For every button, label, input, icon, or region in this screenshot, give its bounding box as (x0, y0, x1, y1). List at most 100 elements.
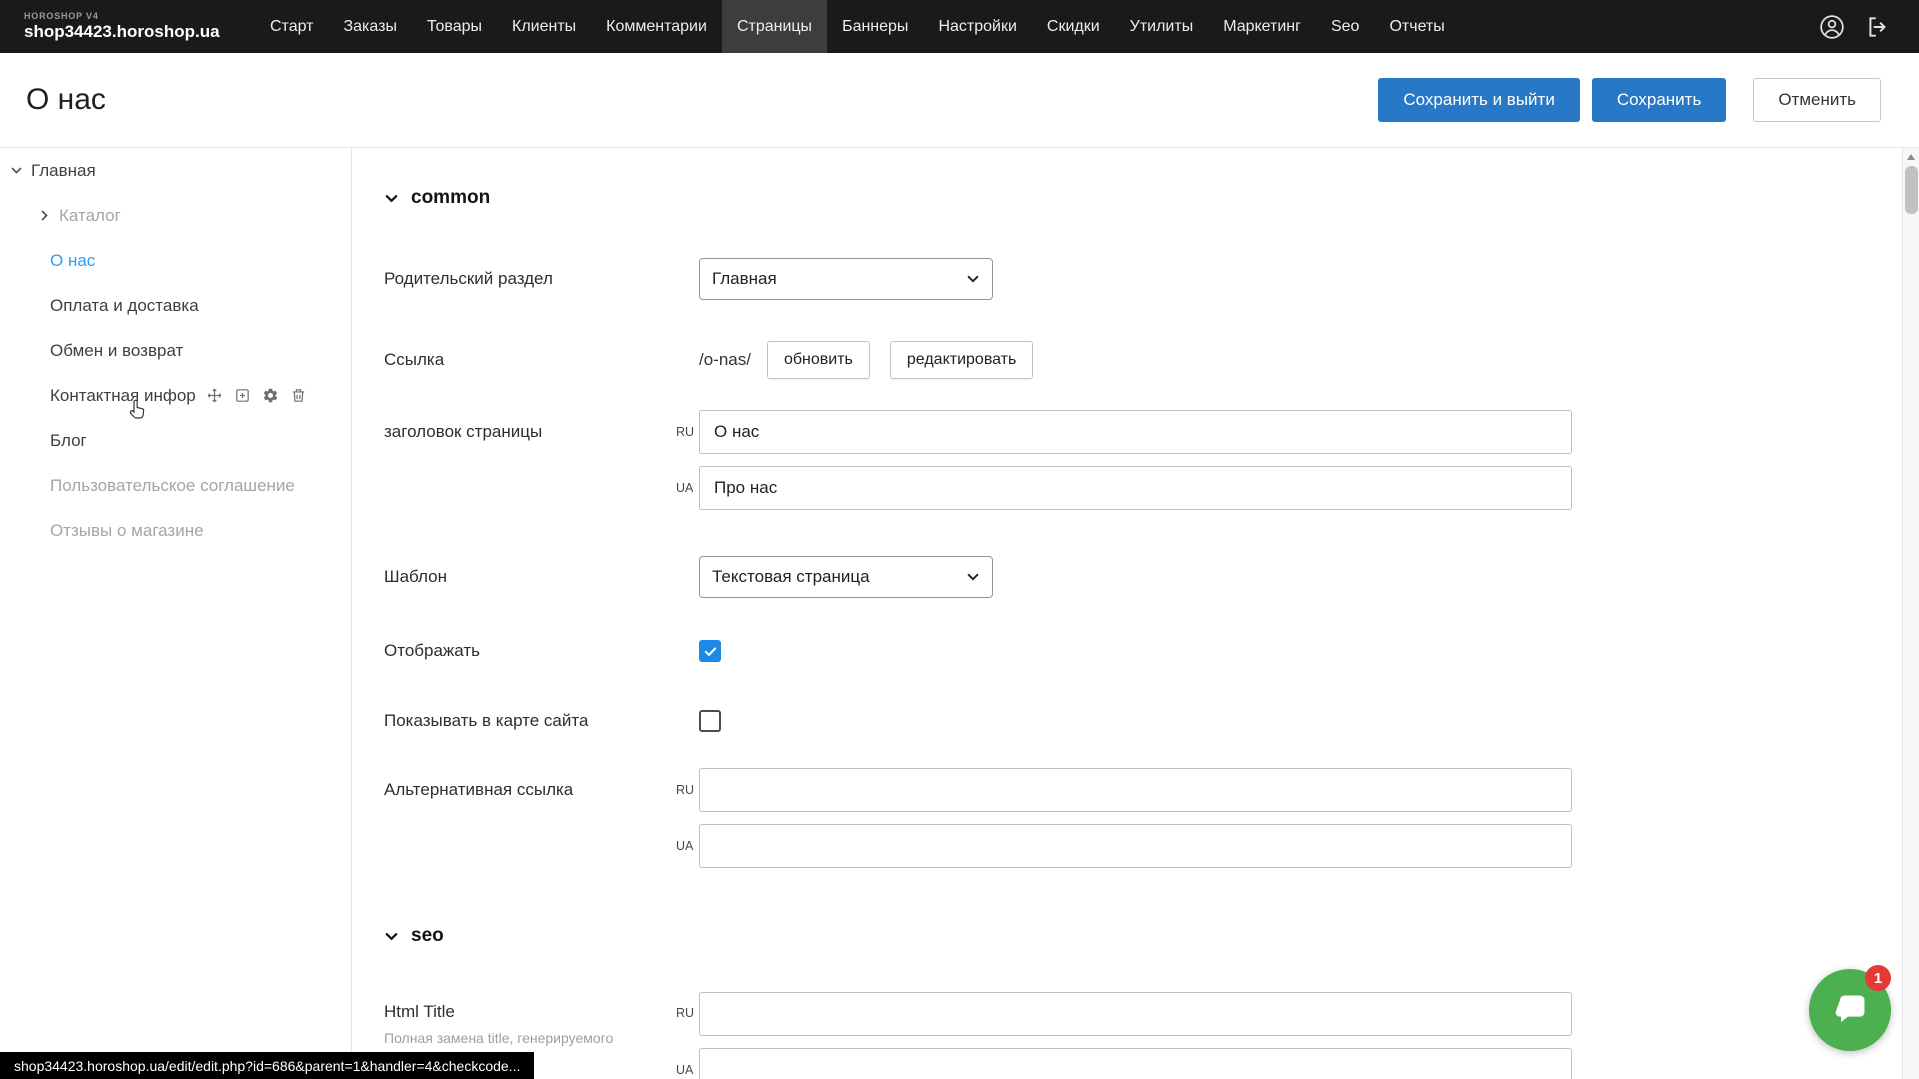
page-title-ru-input[interactable] (699, 410, 1572, 454)
tree-label: Пользовательское соглашение (50, 476, 295, 496)
field-label: Шаблон (384, 567, 676, 587)
nav-item-discounts[interactable]: Скидки (1032, 0, 1115, 53)
html-title-ua-input[interactable] (699, 1048, 1572, 1079)
top-navigation: HOROSHOP V4 shop34423.horoshop.ua Старт … (0, 0, 1919, 53)
sidebar-item-blog[interactable]: Блог (0, 418, 351, 463)
settings-gear-icon[interactable] (262, 387, 279, 404)
field-display: Отображать (384, 636, 1919, 666)
nav-item-settings[interactable]: Настройки (923, 0, 1031, 53)
field-label: Родительский раздел (384, 269, 676, 289)
user-account-icon[interactable] (1819, 14, 1845, 40)
sidebar-item-obmen-i-vozvrat[interactable]: Обмен и возврат (0, 328, 351, 373)
main-menu: Старт Заказы Товары Клиенты Комментарии … (255, 0, 1460, 53)
nav-item-orders[interactable]: Заказы (328, 0, 411, 53)
chevron-right-icon[interactable] (38, 209, 51, 222)
scroll-up-arrow-icon[interactable] (1907, 154, 1915, 160)
save-button[interactable]: Сохранить (1592, 78, 1726, 122)
field-html-title-ua: UA (384, 1048, 1919, 1079)
lang-badge-ua: UA (676, 839, 699, 853)
html-title-label: Html Title (384, 1002, 455, 1021)
tree-label: Контактная инфор (50, 386, 196, 406)
add-page-icon[interactable] (234, 387, 251, 404)
sidebar-item-otzyvy-o-magazine[interactable]: Отзывы о магазине (0, 508, 351, 553)
nav-item-comments[interactable]: Комментарии (591, 0, 722, 53)
section-title: common (411, 187, 490, 209)
select-value: Текстовая страница (712, 567, 870, 587)
browser-status-bar: shop34423.horoshop.ua/edit/edit.php?id=6… (0, 1052, 534, 1079)
nav-item-products[interactable]: Товары (412, 0, 497, 53)
chevron-down-icon (384, 191, 399, 206)
app-logo[interactable]: HOROSHOP V4 shop34423.horoshop.ua (0, 0, 255, 53)
nav-item-pages[interactable]: Страницы (722, 0, 827, 53)
chat-unread-badge: 1 (1865, 965, 1891, 991)
field-html-title-ru: Html Title Полная замена title, генериру… (384, 992, 1919, 1036)
field-label: заголовок страницы (384, 422, 676, 442)
edit-link-button[interactable]: редактировать (890, 341, 1033, 379)
field-label: Html Title Полная замена title, генериру… (384, 1002, 676, 1022)
section-seo[interactable]: seo (384, 916, 1919, 956)
field-page-title-ru: заголовок страницы RU (384, 410, 1919, 454)
sidebar-item-oplata-i-dostavka[interactable]: Оплата и доставка (0, 283, 351, 328)
logo-shop-domain: shop34423.horoshop.ua (24, 22, 225, 42)
sidebar-item-katalog[interactable]: Каталог (0, 193, 351, 238)
sidebar-item-o-nas[interactable]: О нас (0, 238, 351, 283)
delete-trash-icon[interactable] (290, 387, 307, 404)
nav-item-start[interactable]: Старт (255, 0, 328, 53)
select-value: Главная (712, 269, 777, 289)
lang-badge-ru: RU (676, 783, 699, 797)
section-common[interactable]: common (384, 178, 1919, 218)
vertical-scrollbar[interactable] (1902, 148, 1919, 1079)
field-label: Альтернативная ссылка (384, 780, 676, 800)
nav-right-icons (1819, 0, 1919, 53)
sidebar-item-polzovatelskoe-soglashenie[interactable]: Пользовательское соглашение (0, 463, 351, 508)
page-header: О нас Сохранить и выйти Сохранить Отмени… (0, 53, 1919, 148)
lang-badge-ru: RU (676, 425, 699, 439)
field-parent-section: Родительский раздел Главная (384, 258, 1919, 300)
chat-launcher-button[interactable]: 1 (1809, 969, 1891, 1051)
field-alt-link-ua: UA (384, 824, 1919, 868)
chevron-down-icon[interactable] (10, 164, 23, 177)
logout-icon[interactable] (1865, 14, 1891, 40)
alt-link-ru-input[interactable] (699, 768, 1572, 812)
logo-version-label: HOROSHOP V4 (24, 11, 225, 21)
nav-item-marketing[interactable]: Маркетинг (1208, 0, 1316, 53)
display-checkbox[interactable] (699, 640, 721, 662)
sidebar-item-glavnaya[interactable]: Главная (0, 148, 351, 193)
nav-item-banners[interactable]: Баннеры (827, 0, 923, 53)
html-title-ru-input[interactable] (699, 992, 1572, 1036)
field-show-in-sitemap: Показывать в карте сайта (384, 706, 1919, 736)
pages-tree-sidebar: Главная Каталог О нас Оплата и доставка … (0, 148, 352, 1079)
field-link: Ссылка /o-nas/ обновить редактировать (384, 340, 1919, 380)
tree-label: Главная (31, 161, 96, 181)
save-and-exit-button[interactable]: Сохранить и выйти (1378, 78, 1579, 122)
lang-badge-ua: UA (676, 1063, 699, 1077)
page-body: Главная Каталог О нас Оплата и доставка … (0, 148, 1919, 1079)
nav-item-utilities[interactable]: Утилиты (1115, 0, 1209, 53)
tree-label: О нас (50, 251, 95, 271)
chevron-down-icon (384, 929, 399, 944)
parent-section-select[interactable]: Главная (699, 258, 993, 300)
sidebar-item-kontaktnaya-infor[interactable]: Контактная инфор (0, 373, 351, 418)
html-title-hint: Полная замена title, генерируемого (384, 1030, 613, 1046)
move-icon[interactable] (206, 387, 223, 404)
tree-label: Оплата и доставка (50, 296, 199, 316)
nav-item-seo[interactable]: Seo (1316, 0, 1374, 53)
template-select[interactable]: Текстовая страница (699, 556, 993, 598)
sitemap-checkbox[interactable] (699, 710, 721, 732)
scrollbar-thumb[interactable] (1905, 166, 1918, 214)
field-template: Шаблон Текстовая страница (384, 556, 1919, 598)
page-title: О нас (26, 83, 106, 117)
cancel-button[interactable]: Отменить (1753, 78, 1881, 122)
refresh-link-button[interactable]: обновить (767, 341, 870, 379)
field-label: Отображать (384, 641, 676, 661)
alt-link-ua-input[interactable] (699, 824, 1572, 868)
lang-badge-ua: UA (676, 481, 699, 495)
page-title-ua-input[interactable] (699, 466, 1572, 510)
field-alt-link-ru: Альтернативная ссылка RU (384, 768, 1919, 812)
field-label: Ссылка (384, 350, 676, 370)
nav-item-reports[interactable]: Отчеты (1374, 0, 1459, 53)
nav-item-clients[interactable]: Клиенты (497, 0, 591, 53)
tree-label: Каталог (59, 206, 121, 226)
header-actions: Сохранить и выйти Сохранить Отменить (1378, 78, 1881, 122)
page-edit-form: common Родительский раздел Главная Ссылк… (352, 148, 1919, 1079)
